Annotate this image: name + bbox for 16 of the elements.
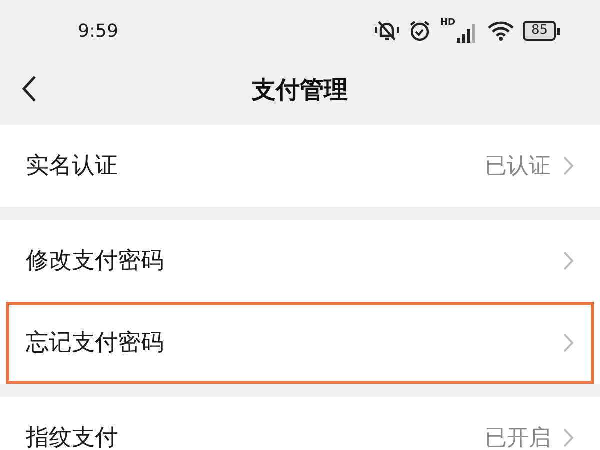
settings-row[interactable]: 忘记支付密码: [6, 302, 594, 384]
chevron-icon: [563, 428, 574, 448]
row-value: 已开启: [485, 424, 551, 450]
chevron-icon: [563, 251, 574, 271]
back-icon[interactable]: [20, 75, 38, 103]
chevron-icon: [563, 333, 574, 353]
chevron-icon: [563, 156, 574, 176]
alarm-clock-icon: [408, 19, 432, 43]
settings-row[interactable]: 修改支付密码: [6, 220, 594, 302]
clock-time: 9:59: [78, 20, 118, 44]
network-label: HD: [440, 19, 456, 28]
page-title: 支付管理: [252, 74, 348, 106]
row-value: 已认证: [485, 152, 551, 180]
battery-indicator: 85: [523, 21, 560, 41]
wifi-icon: [487, 20, 516, 42]
muted-bell-icon: [374, 19, 400, 43]
